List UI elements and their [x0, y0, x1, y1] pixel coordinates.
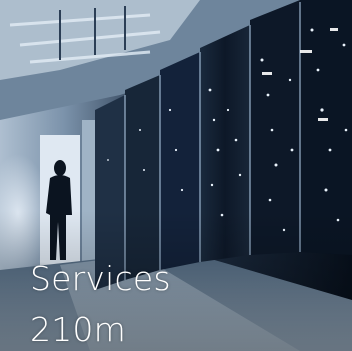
tile-title: Services [30, 259, 171, 298]
server-room-photo [0, 0, 352, 351]
services-tile[interactable]: Services 210m [0, 0, 352, 351]
tile-value: 210m [30, 310, 126, 349]
